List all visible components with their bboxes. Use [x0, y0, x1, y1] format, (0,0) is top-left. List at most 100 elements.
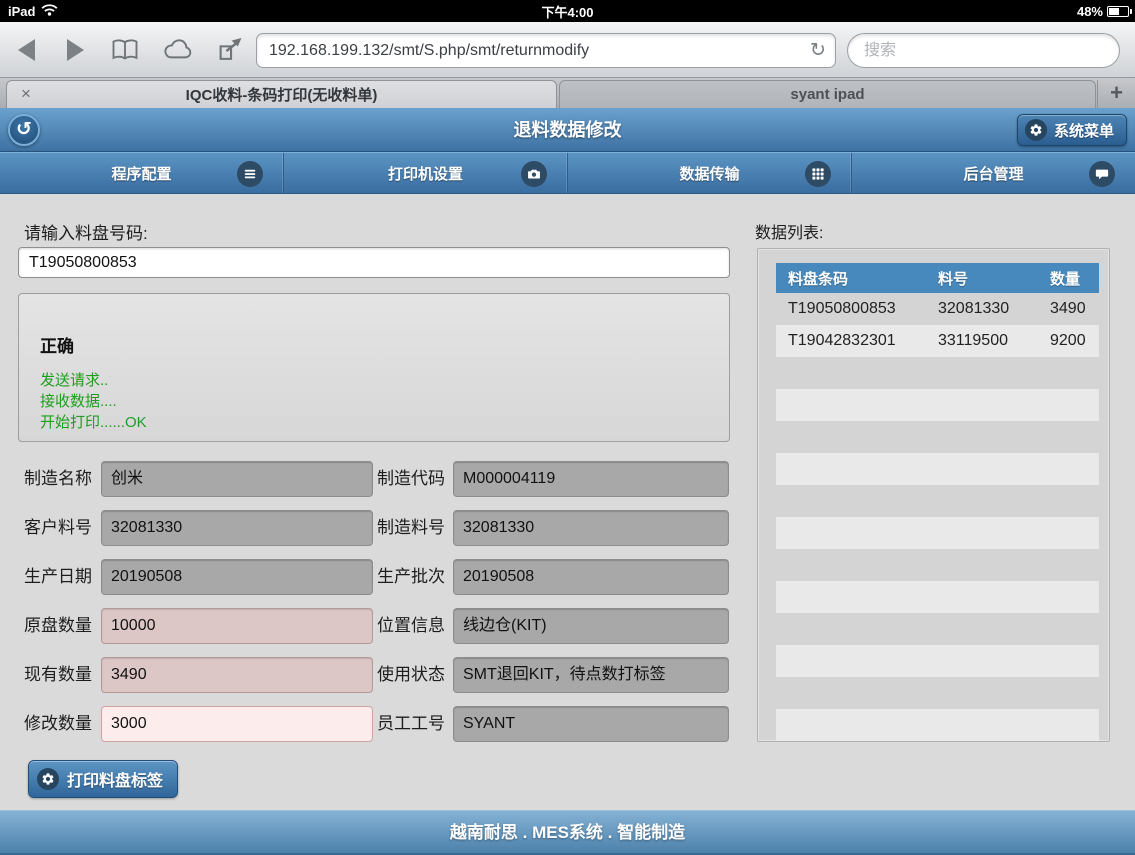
form-row: 修改数量3000员工工号SYANT — [18, 706, 730, 742]
status-log-line: 接收数据.... — [40, 391, 147, 412]
table-row[interactable]: T19042832301331195009200 — [776, 325, 1099, 357]
menu-icon — [237, 161, 263, 187]
location-info-label: 位置信息 — [377, 608, 445, 644]
reload-icon[interactable]: ↻ — [801, 39, 835, 62]
table-cell: 3490 — [1038, 300, 1099, 318]
tray-number-input[interactable] — [18, 247, 730, 278]
customer-part-field: 32081330 — [101, 510, 373, 546]
safari-toolbar: 192.168.199.132/smt/S.php/smt/returnmodi… — [0, 22, 1135, 78]
status-log: 发送请求..接收数据....开始打印......OK — [40, 370, 147, 433]
share-icon[interactable] — [216, 37, 244, 62]
table-row-empty — [776, 645, 1099, 677]
prod-batch-label: 生产批次 — [377, 559, 445, 595]
employee-id-field: SYANT — [453, 706, 729, 742]
modify-qty-field[interactable]: 3000 — [101, 706, 373, 742]
return-form: 请输入料盘号码: 正确 发送请求..接收数据....开始打印......OK 制… — [18, 194, 730, 810]
gear-icon — [37, 768, 59, 790]
app-header: 退料数据修改 ↺ 系统菜单 — [0, 108, 1135, 152]
ipad-screen: iPad 下午4:00 48% — [0, 0, 1135, 855]
form-row: 制造名称创米制造代码M000004119 — [18, 461, 730, 497]
table-row-empty — [776, 581, 1099, 613]
ios-status-bar: iPad 下午4:00 48% — [0, 0, 1135, 22]
battery-icon — [1107, 6, 1129, 17]
table-cell: 33119500 — [926, 332, 1038, 350]
table-row-empty — [776, 421, 1099, 453]
table-row-empty — [776, 453, 1099, 485]
nav-item-printer-settings[interactable]: 打印机设置 — [284, 153, 568, 193]
gear-icon — [1025, 119, 1047, 141]
nav-item-program-config[interactable]: 程序配置 — [0, 153, 284, 193]
browser-forward-icon[interactable] — [67, 39, 84, 61]
grid-icon — [805, 161, 831, 187]
table-row-empty — [776, 709, 1099, 741]
mfg-name-field: 创米 — [101, 461, 373, 497]
table-row[interactable]: T19050800853320813303490 — [776, 293, 1099, 325]
clock: 下午4:00 — [0, 2, 1135, 21]
table-body: T19050800853320813303490T190428323013311… — [776, 293, 1099, 741]
print-label-text: 打印料盘标签 — [67, 767, 163, 791]
table-cell: T19042832301 — [776, 332, 926, 350]
url-text: 192.168.199.132/smt/S.php/smt/returnmodi… — [257, 42, 801, 60]
tab-title: syant ipad — [790, 86, 864, 103]
current-qty-label: 现有数量 — [24, 657, 92, 693]
column-header: 料号 — [926, 268, 1038, 289]
tab-title: IQC收料-条码打印(无收料单) — [186, 84, 378, 105]
column-header: 数量 — [1038, 268, 1099, 289]
battery-percent: 48% — [1077, 4, 1103, 19]
table-row-empty — [776, 613, 1099, 645]
tab-inactive[interactable]: syant ipad — [559, 80, 1096, 108]
nav-item-label: 后台管理 — [963, 163, 1023, 184]
tab-active[interactable]: × IQC收料-条码打印(无收料单) — [6, 80, 557, 108]
table-row-empty — [776, 549, 1099, 581]
undo-arrow-icon: ↺ — [16, 120, 32, 139]
nav-item-label: 程序配置 — [111, 163, 171, 184]
footer: 越南耐思 . MES系统 . 智能制造 — [0, 810, 1135, 855]
table-row-empty — [776, 677, 1099, 709]
prod-batch-field: 20190508 — [453, 559, 729, 595]
mfg-code-label: 制造代码 — [377, 461, 445, 497]
detail-form: 制造名称创米制造代码M000004119客户料号32081330制造料号3208… — [18, 461, 730, 755]
new-tab-button[interactable]: + — [1097, 80, 1135, 108]
url-bar[interactable]: 192.168.199.132/smt/S.php/smt/returnmodi… — [256, 33, 836, 68]
browser-back-icon[interactable] — [18, 39, 35, 61]
usage-status-field: SMT退回KIT，待点数打标签 — [453, 657, 729, 693]
status-log-line: 发送请求.. — [40, 370, 147, 391]
back-button[interactable]: ↺ — [8, 114, 40, 146]
tab-bar: × IQC收料-条码打印(无收料单) syant ipad + — [0, 78, 1135, 108]
search-input[interactable] — [848, 34, 1119, 67]
data-list-panel: 料盘条码料号数量 T19050800853320813303490T190428… — [757, 248, 1110, 742]
mfg-part-field: 32081330 — [453, 510, 729, 546]
close-tab-icon[interactable]: × — [21, 84, 31, 104]
print-label-button[interactable]: 打印料盘标签 — [28, 760, 178, 798]
table-header-row: 料盘条码料号数量 — [776, 263, 1099, 293]
location-info-field: 线边仓(KIT) — [453, 608, 729, 644]
modify-qty-label: 修改数量 — [24, 706, 92, 742]
bookmarks-icon[interactable] — [110, 38, 140, 61]
mfg-code-field: M000004119 — [453, 461, 729, 497]
camera-icon — [521, 161, 547, 187]
page-title: 退料数据修改 — [0, 108, 1135, 152]
mfg-part-label: 制造料号 — [377, 510, 445, 546]
system-menu-label: 系统菜单 — [1054, 120, 1114, 141]
table-row-empty — [776, 389, 1099, 421]
prod-date-field: 20190508 — [101, 559, 373, 595]
nav-item-label: 数据传输 — [679, 163, 739, 184]
column-header: 料盘条码 — [776, 268, 926, 289]
icloud-tabs-icon[interactable] — [162, 39, 194, 60]
table-cell: 32081330 — [926, 300, 1038, 318]
form-row: 客户料号32081330制造料号32081330 — [18, 510, 730, 546]
status-title: 正确 — [40, 332, 74, 357]
table-row-empty — [776, 517, 1099, 549]
tray-number-label: 请输入料盘号码: — [24, 219, 148, 244]
search-bar[interactable] — [847, 33, 1120, 68]
system-menu-button[interactable]: 系统菜单 — [1017, 114, 1127, 146]
original-qty-field: 10000 — [101, 608, 373, 644]
nav-item-label: 打印机设置 — [388, 163, 463, 184]
nav-item-backend-admin[interactable]: 后台管理 — [852, 153, 1135, 193]
form-row: 现有数量3490使用状态SMT退回KIT，待点数打标签 — [18, 657, 730, 693]
customer-part-label: 客户料号 — [24, 510, 92, 546]
table-cell: 9200 — [1038, 332, 1099, 350]
data-list-table: 料盘条码料号数量 T19050800853320813303490T190428… — [776, 263, 1099, 741]
nav-item-data-transfer[interactable]: 数据传输 — [568, 153, 852, 193]
table-row-empty — [776, 485, 1099, 517]
